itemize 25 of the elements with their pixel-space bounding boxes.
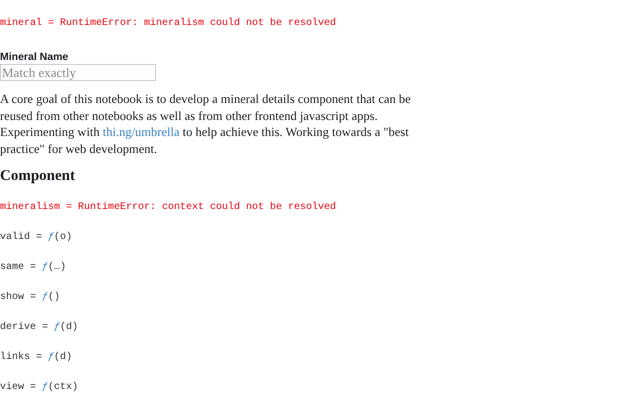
variable-name: view =	[0, 380, 38, 395]
variable-name: valid =	[0, 230, 44, 245]
function-symbol: ƒ	[42, 291, 48, 305]
error-output: mineral = RuntimeError: mineralism could not be resolved	[0, 16, 338, 31]
function-symbol: ƒ	[48, 351, 54, 365]
function-arguments: (…)	[48, 260, 66, 275]
link[interactable]: thi.ng/umbrella	[102, 125, 180, 139]
function-symbol: ƒ	[54, 321, 60, 335]
paragraph: A core goal of this notebook is to develop a mineral details component that can be reused from other notebooks as well as from other frontend javascript apps. Experimenting with thi.ng/umbrella to help achieve this. Working towards a "best practice" for web development.	[0, 91, 412, 157]
input-field[interactable]: Match exactly	[0, 64, 156, 81]
variable-name: show =	[0, 290, 38, 305]
function-arguments: (ctx)	[48, 380, 78, 395]
error-output: mineralism = RuntimeError: context could not be resolved	[0, 200, 338, 215]
function-arguments: (o)	[54, 230, 72, 245]
function-arguments: (d)	[60, 320, 78, 335]
function-symbol: ƒ	[48, 231, 54, 245]
variable-name: same =	[0, 261, 38, 275]
function-arguments: ()	[48, 290, 60, 305]
variable-name: links =	[0, 350, 44, 365]
variable-name: derive =	[0, 320, 50, 335]
section-heading: Component	[0, 167, 76, 186]
field-label: Mineral Name	[0, 51, 70, 64]
function-arguments: (d)	[54, 350, 72, 365]
function-symbol: ƒ	[42, 381, 48, 395]
function-symbol: ƒ	[42, 261, 48, 275]
